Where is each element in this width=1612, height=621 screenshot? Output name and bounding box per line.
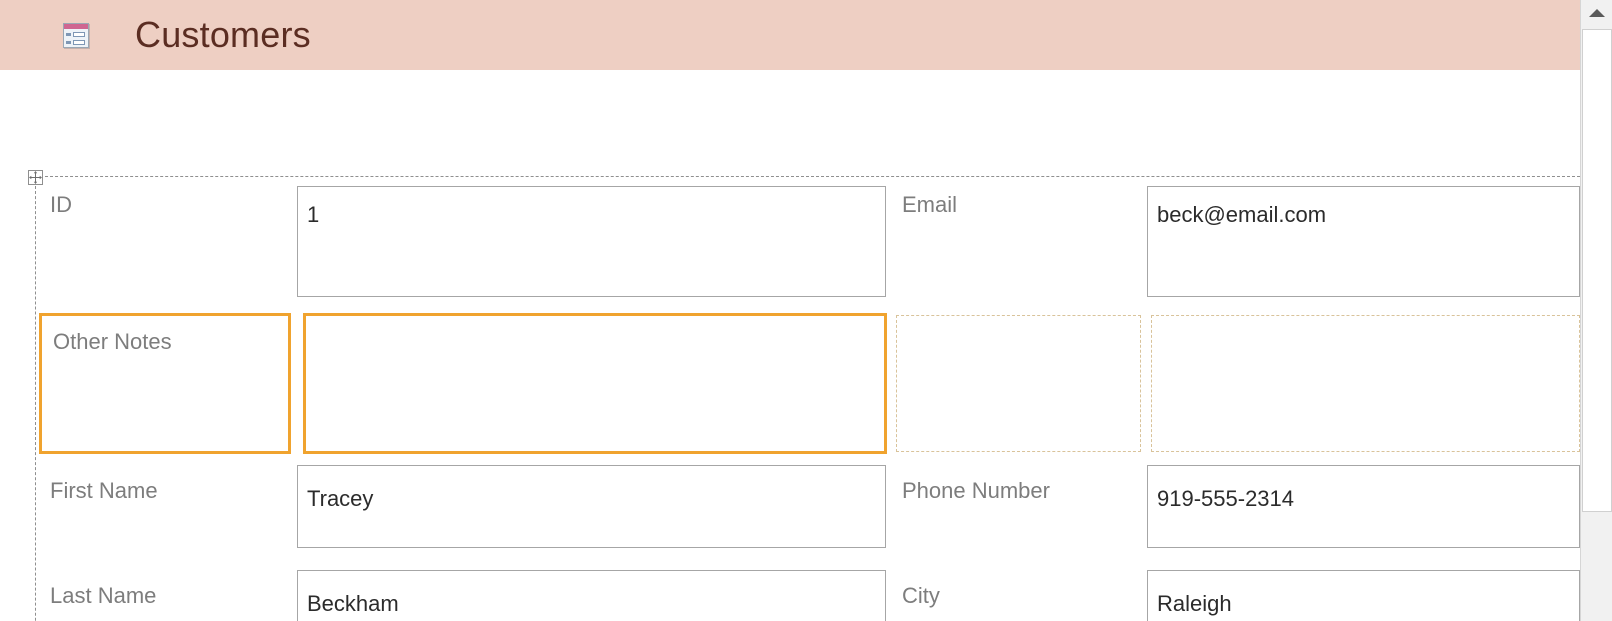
form-layout-grid: ID 1 Email beck@email.com Other Notes Fi…	[35, 176, 1580, 621]
field-value-cell-city[interactable]: Raleigh	[1147, 561, 1580, 621]
layout-move-handle[interactable]	[28, 170, 43, 185]
triangle-up-icon	[1588, 9, 1605, 17]
field-label-cell-email[interactable]: Email	[887, 176, 1147, 313]
empty-placeholder-cell[interactable]	[896, 315, 1141, 452]
field-label-cell-first-name[interactable]: First Name	[35, 456, 297, 561]
field-value-cell-first-name[interactable]: Tracey	[297, 456, 887, 561]
field-label-cell-last-name[interactable]: Last Name	[35, 561, 297, 621]
field-label-cell-phone-number[interactable]: Phone Number	[887, 456, 1147, 561]
form-detail-section: ID 1 Email beck@email.com Other Notes Fi…	[0, 70, 1580, 621]
page-title: Customers	[135, 14, 311, 55]
table-row: ID 1 Email beck@email.com	[35, 176, 1580, 313]
table-row: Last Name Beckham City Raleigh	[35, 561, 1580, 621]
label-email: Email	[902, 192, 958, 217]
textbox-id[interactable]: 1	[297, 186, 886, 297]
selected-label-other-notes[interactable]: Other Notes	[39, 313, 291, 454]
textbox-city[interactable]: Raleigh	[1147, 570, 1580, 621]
field-value-cell-phone-number[interactable]: 919-555-2314	[1147, 456, 1580, 561]
textbox-email[interactable]: beck@email.com	[1147, 186, 1580, 297]
field-value-cell-email[interactable]: beck@email.com	[1147, 176, 1580, 313]
empty-layout-cell-right[interactable]	[1147, 313, 1580, 456]
empty-placeholder-cell[interactable]	[1151, 315, 1580, 452]
label-city: City	[902, 583, 940, 608]
table-row: Other Notes	[35, 313, 1580, 456]
table-row: First Name Tracey Phone Number 919-555-2…	[35, 456, 1580, 561]
textbox-last-name[interactable]: Beckham	[297, 570, 886, 621]
label-other-notes: Other Notes	[53, 329, 172, 354]
label-first-name: First Name	[50, 478, 158, 503]
field-label-cell-id[interactable]: ID	[35, 176, 297, 313]
label-phone-number: Phone Number	[902, 478, 1050, 503]
vertical-scrollbar[interactable]	[1580, 0, 1612, 621]
form-icon	[59, 20, 93, 51]
scrollbar-thumb[interactable]	[1582, 29, 1612, 512]
textbox-other-notes[interactable]	[303, 313, 887, 454]
textbox-first-name[interactable]: Tracey	[297, 465, 886, 548]
field-value-cell-other-notes[interactable]	[297, 313, 887, 456]
textbox-phone-number[interactable]: 919-555-2314	[1147, 465, 1580, 548]
field-value-cell-last-name[interactable]: Beckham	[297, 561, 887, 621]
field-value-cell-id[interactable]: 1	[297, 176, 887, 313]
scroll-up-button[interactable]	[1581, 0, 1612, 26]
empty-layout-cell-left[interactable]	[887, 313, 1147, 456]
field-label-cell-other-notes[interactable]: Other Notes	[35, 313, 297, 456]
scrollbar-track[interactable]	[1581, 514, 1612, 621]
field-label-cell-city[interactable]: City	[887, 561, 1147, 621]
access-form-design-surface: Customers ID 1 Email beck@email.com Othe…	[0, 0, 1612, 621]
form-header: Customers	[0, 0, 1580, 70]
label-last-name: Last Name	[50, 583, 157, 608]
